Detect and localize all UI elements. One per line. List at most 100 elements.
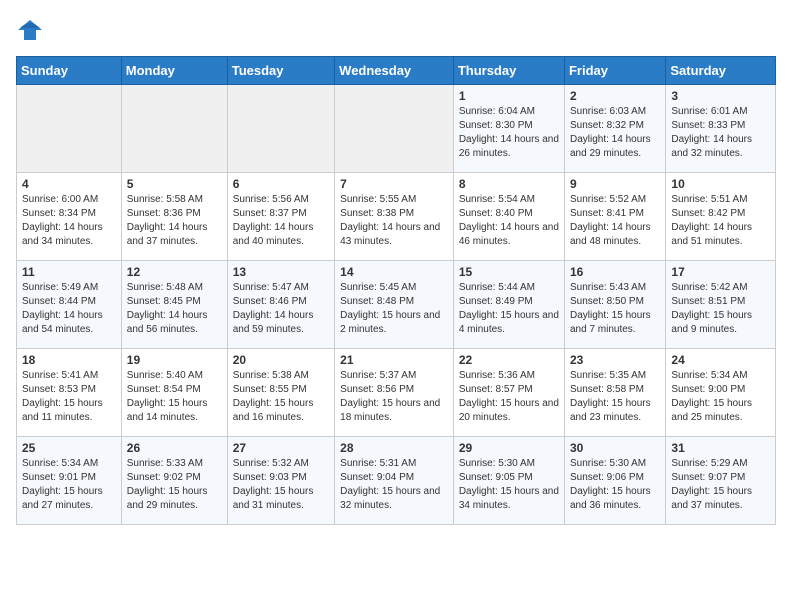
day-info: Sunrise: 5:51 AMSunset: 8:42 PMDaylight:… (671, 193, 770, 249)
calendar-cell (121, 85, 227, 173)
day-info: Sunrise: 5:40 AMSunset: 8:54 PMDaylight:… (127, 369, 222, 425)
day-info: Sunrise: 6:04 AMSunset: 8:30 PMDaylight:… (459, 105, 559, 161)
calendar-cell: 8 Sunrise: 5:54 AMSunset: 8:40 PMDaylight… (453, 173, 564, 261)
day-number: 3 (671, 89, 770, 103)
calendar-cell: 13 Sunrise: 5:47 AMSunset: 8:46 PMDayligh… (227, 261, 334, 349)
day-info: Sunrise: 5:29 AMSunset: 9:07 PMDaylight:… (671, 457, 770, 513)
day-info: Sunrise: 5:56 AMSunset: 8:37 PMDaylight:… (233, 193, 329, 249)
day-info: Sunrise: 5:38 AMSunset: 8:55 PMDaylight:… (233, 369, 329, 425)
day-info: Sunrise: 5:41 AMSunset: 8:53 PMDaylight:… (22, 369, 116, 425)
day-info: Sunrise: 5:33 AMSunset: 9:02 PMDaylight:… (127, 457, 222, 513)
calendar-cell: 5 Sunrise: 5:58 AMSunset: 8:36 PMDaylight… (121, 173, 227, 261)
logo (16, 16, 48, 44)
calendar-cell: 10 Sunrise: 5:51 AMSunset: 8:42 PMDayligh… (666, 173, 776, 261)
day-info: Sunrise: 5:34 AMSunset: 9:01 PMDaylight:… (22, 457, 116, 513)
day-number: 5 (127, 177, 222, 191)
day-info: Sunrise: 5:42 AMSunset: 8:51 PMDaylight:… (671, 281, 770, 337)
day-number: 17 (671, 265, 770, 279)
day-number: 14 (340, 265, 448, 279)
calendar-cell: 26 Sunrise: 5:33 AMSunset: 9:02 PMDayligh… (121, 437, 227, 525)
day-info: Sunrise: 5:36 AMSunset: 8:57 PMDaylight:… (459, 369, 559, 425)
calendar-cell: 15 Sunrise: 5:44 AMSunset: 8:49 PMDayligh… (453, 261, 564, 349)
logo-icon (16, 16, 44, 44)
day-info: Sunrise: 5:44 AMSunset: 8:49 PMDaylight:… (459, 281, 559, 337)
calendar-cell: 31 Sunrise: 5:29 AMSunset: 9:07 PMDayligh… (666, 437, 776, 525)
calendar-cell: 30 Sunrise: 5:30 AMSunset: 9:06 PMDayligh… (564, 437, 665, 525)
calendar-cell: 21Sunrise: 5:37 AMSunset: 8:56 PMDayligh… (335, 349, 454, 437)
weekday-header-row: SundayMondayTuesdayWednesdayThursdayFrid… (17, 57, 776, 85)
day-info: Sunrise: 5:45 AMSunset: 8:48 PMDaylight:… (340, 281, 448, 337)
day-number: 23 (570, 353, 660, 367)
day-number: 18 (22, 353, 116, 367)
day-number: 24 (671, 353, 770, 367)
day-number: 11 (22, 265, 116, 279)
day-number: 8 (459, 177, 559, 191)
day-number: 12 (127, 265, 222, 279)
calendar-week-1: 1 Sunrise: 6:04 AMSunset: 8:30 PMDaylight… (17, 85, 776, 173)
day-info: Sunrise: 5:54 AMSunset: 8:40 PMDaylight:… (459, 193, 559, 249)
calendar-body: 1 Sunrise: 6:04 AMSunset: 8:30 PMDaylight… (17, 85, 776, 525)
calendar-cell: 29 Sunrise: 5:30 AMSunset: 9:05 PMDayligh… (453, 437, 564, 525)
day-number: 19 (127, 353, 222, 367)
day-number: 2 (570, 89, 660, 103)
calendar-cell: 11 Sunrise: 5:49 AMSunset: 8:44 PMDayligh… (17, 261, 122, 349)
day-info: Sunrise: 5:32 AMSunset: 9:03 PMDaylight:… (233, 457, 329, 513)
day-number: 29 (459, 441, 559, 455)
day-number: 25 (22, 441, 116, 455)
calendar-cell: 25 Sunrise: 5:34 AMSunset: 9:01 PMDayligh… (17, 437, 122, 525)
calendar-cell: 2 Sunrise: 6:03 AMSunset: 8:32 PMDaylight… (564, 85, 665, 173)
day-number: 20 (233, 353, 329, 367)
calendar-cell: 16Sunrise: 5:43 AMSunset: 8:50 PMDayligh… (564, 261, 665, 349)
day-number: 22 (459, 353, 559, 367)
weekday-header-thursday: Thursday (453, 57, 564, 85)
day-info: Sunrise: 5:48 AMSunset: 8:45 PMDaylight:… (127, 281, 222, 337)
calendar-cell: 27 Sunrise: 5:32 AMSunset: 9:03 PMDayligh… (227, 437, 334, 525)
day-number: 9 (570, 177, 660, 191)
day-info: Sunrise: 6:03 AMSunset: 8:32 PMDaylight:… (570, 105, 660, 161)
day-number: 27 (233, 441, 329, 455)
day-info: Sunrise: 5:58 AMSunset: 8:36 PMDaylight:… (127, 193, 222, 249)
day-info: Sunrise: 5:35 AMSunset: 8:58 PMDaylight:… (570, 369, 660, 425)
day-info: Sunrise: 5:47 AMSunset: 8:46 PMDaylight:… (233, 281, 329, 337)
day-info: Sunrise: 6:00 AMSunset: 8:34 PMDaylight:… (22, 193, 116, 249)
calendar-week-5: 25 Sunrise: 5:34 AMSunset: 9:01 PMDayligh… (17, 437, 776, 525)
calendar-header: SundayMondayTuesdayWednesdayThursdayFrid… (17, 57, 776, 85)
day-info: Sunrise: 5:43 AMSunset: 8:50 PMDaylight:… (570, 281, 660, 337)
weekday-header-tuesday: Tuesday (227, 57, 334, 85)
calendar-cell: 1 Sunrise: 6:04 AMSunset: 8:30 PMDaylight… (453, 85, 564, 173)
day-number: 26 (127, 441, 222, 455)
calendar-cell (17, 85, 122, 173)
weekday-header-saturday: Saturday (666, 57, 776, 85)
calendar-cell: 24Sunrise: 5:34 AMSunset: 9:00 PMDayligh… (666, 349, 776, 437)
day-info: Sunrise: 5:30 AMSunset: 9:06 PMDaylight:… (570, 457, 660, 513)
day-info: Sunrise: 5:30 AMSunset: 9:05 PMDaylight:… (459, 457, 559, 513)
day-number: 30 (570, 441, 660, 455)
calendar-cell: 19 Sunrise: 5:40 AMSunset: 8:54 PMDayligh… (121, 349, 227, 437)
calendar-cell: 14 Sunrise: 5:45 AMSunset: 8:48 PMDayligh… (335, 261, 454, 349)
calendar-cell: 20 Sunrise: 5:38 AMSunset: 8:55 PMDayligh… (227, 349, 334, 437)
calendar-week-2: 4 Sunrise: 6:00 AMSunset: 8:34 PMDaylight… (17, 173, 776, 261)
day-number: 10 (671, 177, 770, 191)
day-info: Sunrise: 5:49 AMSunset: 8:44 PMDaylight:… (22, 281, 116, 337)
day-number: 13 (233, 265, 329, 279)
day-number: 6 (233, 177, 329, 191)
day-number: 21 (340, 353, 448, 367)
calendar-cell: 23 Sunrise: 5:35 AMSunset: 8:58 PMDayligh… (564, 349, 665, 437)
calendar-week-3: 11 Sunrise: 5:49 AMSunset: 8:44 PMDayligh… (17, 261, 776, 349)
calendar-cell: 28Sunrise: 5:31 AMSunset: 9:04 PMDayligh… (335, 437, 454, 525)
calendar-cell: 12 Sunrise: 5:48 AMSunset: 8:45 PMDayligh… (121, 261, 227, 349)
day-number: 4 (22, 177, 116, 191)
day-info: Sunrise: 5:31 AMSunset: 9:04 PMDaylight:… (340, 457, 448, 513)
weekday-header-sunday: Sunday (17, 57, 122, 85)
calendar-cell: 3Sunrise: 6:01 AMSunset: 8:33 PMDaylight… (666, 85, 776, 173)
day-number: 15 (459, 265, 559, 279)
day-number: 31 (671, 441, 770, 455)
day-info: Sunrise: 5:55 AMSunset: 8:38 PMDaylight:… (340, 193, 448, 249)
day-info: Sunrise: 5:52 AMSunset: 8:41 PMDaylight:… (570, 193, 660, 249)
calendar-cell: 7 Sunrise: 5:55 AMSunset: 8:38 PMDaylight… (335, 173, 454, 261)
day-number: 7 (340, 177, 448, 191)
calendar-cell: 4 Sunrise: 6:00 AMSunset: 8:34 PMDaylight… (17, 173, 122, 261)
calendar-cell: 22 Sunrise: 5:36 AMSunset: 8:57 PMDayligh… (453, 349, 564, 437)
day-number: 1 (459, 89, 559, 103)
weekday-header-monday: Monday (121, 57, 227, 85)
